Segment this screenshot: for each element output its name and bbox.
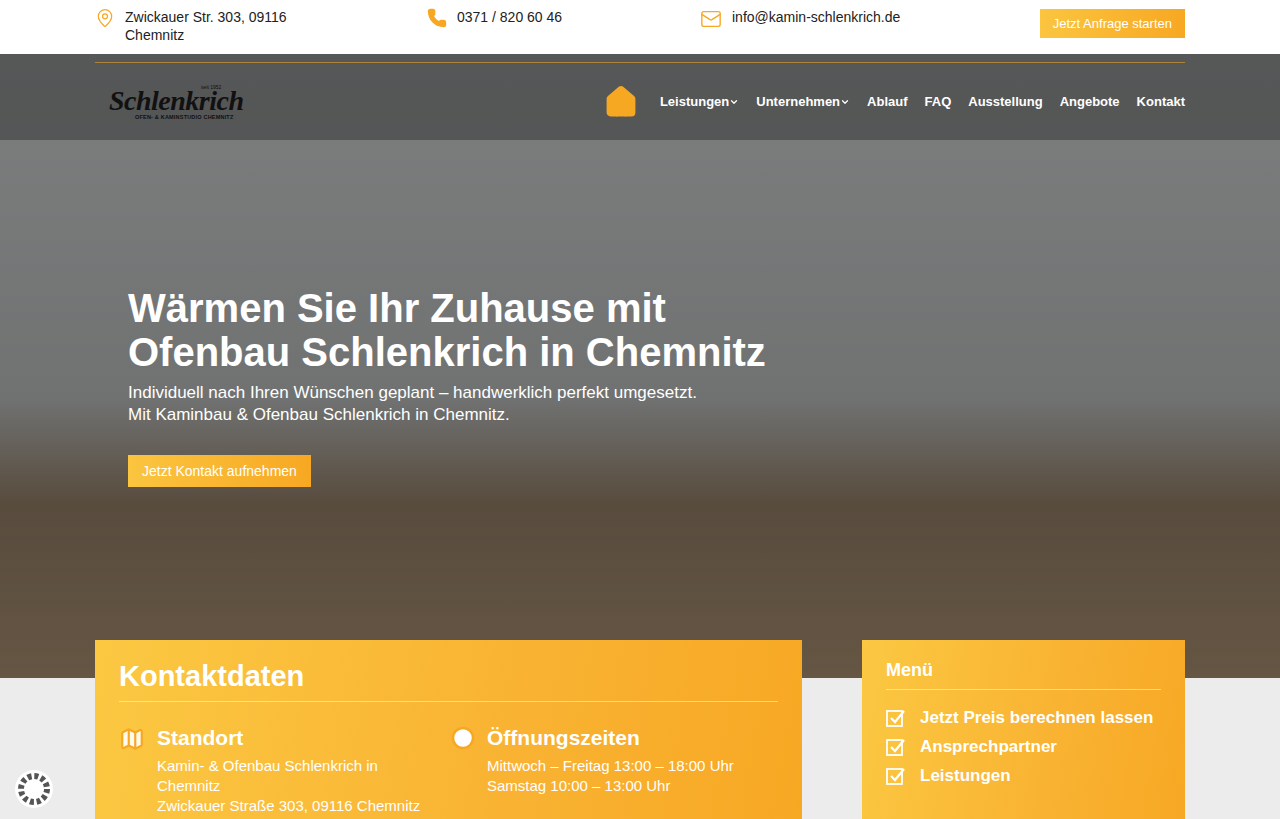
mail-icon [700,8,722,30]
contact-button[interactable]: Jetzt Kontakt aufnehmen [128,455,311,487]
phone[interactable]: 0371 / 820 60 46 [427,8,700,28]
contact-title: Kontaktdaten [119,660,778,702]
pin-icon [95,8,115,28]
nav-inner: seit 1952SchlenkrichOFEN- & KAMINSTUDIO … [95,62,1185,140]
address-text: Zwickauer Str. 303, 09116Chemnitz [125,8,287,44]
menu-item[interactable]: Leistungen [886,766,1161,786]
menu-item[interactable]: Jetzt Preis berechnen lassen [886,708,1161,728]
cookie-icon [17,772,51,806]
hero-content: Wärmen Sie Ihr Zuhause mitOfenbau Schlen… [0,140,1280,487]
nav-item[interactable]: FAQ [925,94,952,109]
checkbox-icon [886,708,906,728]
nav-item[interactable]: Ablauf [867,94,907,109]
phone-text[interactable]: 0371 / 820 60 46 [457,8,562,26]
top-bar-inner: Zwickauer Str. 303, 09116Chemnitz 0371 / … [95,0,1185,54]
menu-item-label[interactable]: Leistungen [920,766,1011,786]
nav-item[interactable]: Kontakt [1137,94,1185,109]
logo-name: Schlenkrich [109,87,244,115]
nav-item[interactable]: Leistungen [660,94,739,109]
location-column: Standort Kamin- & Ofenbau Schlenkrich inC… [119,726,451,816]
home-icon [603,84,639,120]
address-line: Zwickauer Str. 303, 09116 [125,8,287,26]
request-button[interactable]: Jetzt Anfrage starten [1040,9,1185,38]
map-icon [119,726,145,752]
hero: seit 1952SchlenkrichOFEN- & KAMINSTUDIO … [0,54,1280,678]
email[interactable]: info@kamin-schlenkrich.de [700,8,1000,30]
chevron-down-icon [729,97,739,107]
cookie-settings[interactable] [15,770,53,808]
logo-tagline: OFEN- & KAMINSTUDIO CHEMNITZ [135,114,233,120]
nav-item[interactable]: Ausstellung [968,94,1042,109]
nav-item[interactable]: Angebote [1060,94,1120,109]
checkbox-icon [886,737,906,757]
top-bar: Zwickauer Str. 303, 09116Chemnitz 0371 / … [0,0,1280,54]
menu-list: Jetzt Preis berechnen lassen Ansprechpart… [886,708,1161,786]
menu-item-label[interactable]: Jetzt Preis berechnen lassen [920,708,1153,728]
column-body: Öffnungszeiten Mittwoch – Freitag 13:00 –… [487,726,734,816]
chevron-down-icon [840,97,850,107]
column-line: Chemnitz [157,776,420,796]
checkbox-icon [886,766,906,786]
menu-title: Menü [886,660,1161,690]
column-line: Zwickauer Straße 303, 09116 Chemnitz [157,796,420,816]
home-link[interactable] [603,84,639,120]
column-line: Samstag 10:00 – 13:00 Uhr [487,776,734,796]
nav-list: Leistungen Unternehmen Ablauf FAQ Ausstellun… [603,84,1185,120]
nav-bar: seit 1952SchlenkrichOFEN- & KAMINSTUDIO … [0,54,1280,140]
address-line: Chemnitz [125,26,287,44]
menu-item[interactable]: Ansprechpartner [886,737,1161,757]
logo[interactable]: seit 1952SchlenkrichOFEN- & KAMINSTUDIO … [109,84,244,120]
email-text[interactable]: info@kamin-schlenkrich.de [732,8,900,26]
address: Zwickauer Str. 303, 09116Chemnitz [95,8,427,44]
column-heading: Öffnungszeiten [487,726,734,750]
nav-item[interactable]: Unternehmen [756,94,850,109]
clock-icon [451,726,475,750]
hero-subtitle: Individuell nach Ihren Wünschen geplant … [128,382,1280,426]
column-line: Kamin- & Ofenbau Schlenkrich in [157,756,420,776]
column-line: Mittwoch – Freitag 13:00 – 18:00 Uhr [487,756,734,776]
column-body: Standort Kamin- & Ofenbau Schlenkrich inC… [157,726,420,816]
column-heading: Standort [157,726,420,750]
phone-icon [427,8,447,28]
hours-column: Öffnungszeiten Mittwoch – Freitag 13:00 –… [451,726,778,816]
contact-card: Kontaktdaten Standort Kamin- & Ofenbau Sch… [95,640,802,819]
menu-card: Menü Jetzt Preis berechnen lassen Ansprech… [862,640,1185,819]
cards-row: Kontaktdaten Standort Kamin- & Ofenbau Sch… [95,640,1185,819]
hero-title: Wärmen Sie Ihr Zuhause mitOfenbau Schlen… [128,286,1280,374]
contact-grid: Standort Kamin- & Ofenbau Schlenkrich inC… [119,726,778,816]
menu-item-label[interactable]: Ansprechpartner [920,737,1057,757]
page: Zwickauer Str. 303, 09116Chemnitz0371 / … [0,0,1280,819]
